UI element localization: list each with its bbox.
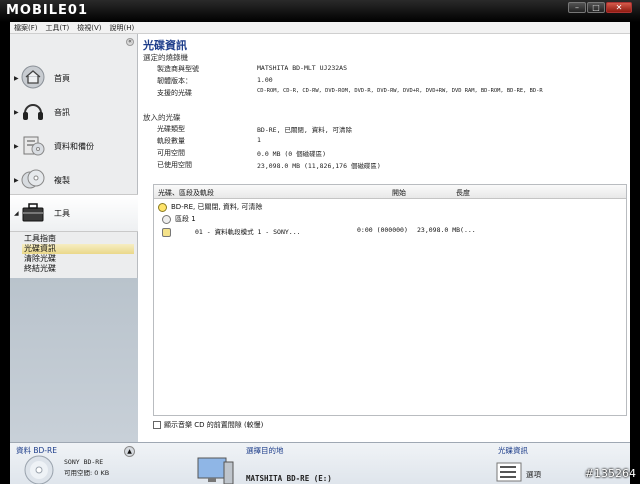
subitem-tools-guide[interactable]: 工具指南 — [22, 234, 134, 244]
disc-free-space: 可用空間: 0 KB — [64, 469, 110, 477]
menu-tools[interactable]: 工具(T) — [46, 23, 70, 33]
disc-icon — [158, 202, 167, 212]
expand-arrow-icon: ▶ — [14, 177, 19, 184]
disc-info-panel: 光碟資訊 選定的燒錄機 製造商與型號 MATSHITA BD-MLT UJ232… — [139, 34, 630, 442]
sidebar-item-home[interactable]: ▶ 首頁 — [10, 62, 138, 96]
options-list-icon — [496, 462, 522, 482]
field-value: 23,098.0 MB (11,826,176 個磁碟區) — [257, 162, 381, 170]
field-value: 0.0 MB (0 個磁碟區) — [257, 150, 327, 158]
computer-icon — [197, 457, 234, 484]
eject-button[interactable]: ▲ — [124, 446, 135, 457]
target-label: 選擇目的地 — [246, 446, 284, 455]
field-label: 已使用空間 — [157, 161, 192, 169]
table-row[interactable]: 01 - 資料軌段模式 1 - SONY... — [162, 226, 301, 237]
table-row[interactable]: BD-RE, 已關閉, 資料, 可清除 — [158, 202, 262, 213]
row-text: BD-RE, 已關閉, 資料, 可清除 — [171, 203, 263, 211]
field-value: 1 — [257, 136, 261, 144]
subitem-erase-disc[interactable]: 清除光碟 — [22, 254, 134, 264]
field-label: 製造商與型號 — [157, 65, 199, 73]
home-icon — [21, 65, 45, 89]
window-titlebar: MOBILE01 – □ ✕ — [0, 0, 640, 22]
checkbox-label: 顯示音樂 CD 的前置間隙 (較慢) — [164, 421, 264, 429]
tools-subitem-list: 工具指南 光碟資訊 清除光碟 終結光碟 — [22, 234, 134, 274]
sidebar-item-label: 資料和備份 — [54, 142, 94, 151]
track-start: 0:00 (000000) — [357, 226, 408, 234]
checkbox-box[interactable] — [153, 421, 161, 429]
disc-structure-table: 光碟、區段及軌段 開始 長度 BD-RE, 已關閉, 資料, 可清除 區段 1 … — [153, 184, 627, 416]
menu-help[interactable]: 說明(H) — [110, 23, 135, 33]
disc-name: SONY BD-RE — [64, 458, 104, 466]
field-label: 支援的光碟 — [157, 89, 192, 97]
site-logo: MOBILE01 — [6, 3, 88, 18]
expand-arrow-icon: ▶ — [14, 143, 19, 150]
collapse-arrow-icon: ◢ — [14, 210, 19, 217]
sidebar-item-label: 音訊 — [54, 108, 70, 117]
column-header-start[interactable]: 開始 — [392, 188, 406, 198]
menu-view[interactable]: 檢視(V) — [77, 23, 101, 33]
sidebar-item-audio[interactable]: ▶ 音訊 — [10, 96, 138, 130]
toolbox-icon — [22, 203, 44, 222]
target-drive-selector[interactable]: MATSHITA BD-RE (E:) — [246, 474, 332, 483]
headphones-icon — [23, 104, 43, 120]
table-row[interactable]: 區段 1 — [162, 214, 196, 225]
inserted-disc-section-title: 放入的光碟 — [143, 113, 181, 122]
close-button[interactable]: ✕ — [606, 2, 632, 13]
disc-icon — [24, 455, 54, 484]
menu-file[interactable]: 檔案(F) — [14, 23, 38, 33]
track-icon — [162, 227, 171, 237]
field-label: 光碟類型 — [157, 125, 185, 133]
expand-arrow-icon: ▶ — [14, 75, 19, 82]
sidebar-item-tools[interactable]: ◢ 工具 — [10, 194, 138, 232]
field-value: MATSHITA BD-MLT UJ232AS — [257, 64, 348, 72]
page-title: 光碟資訊 — [143, 39, 187, 52]
field-value: CD-ROM, CD-R, CD-RW, DVD-ROM, DVD-R, DVD… — [257, 88, 543, 94]
sidebar-item-label: 工具 — [54, 209, 70, 218]
sidebar-item-data-backup[interactable]: ▶ 資料和備份 — [10, 130, 138, 164]
recorder-section-title: 選定的燒錄機 — [143, 53, 188, 62]
session-icon — [162, 214, 171, 224]
maximize-button[interactable]: □ — [587, 2, 605, 13]
field-label: 軌段數量 — [157, 137, 185, 145]
track-length: 23,098.0 MB(... — [417, 226, 476, 234]
sidebar: « ▶ 首頁 ▶ 音訊 ▶ 資料和備份 ▶ 複製 ◢ 工具 工具指南 光碟資訊 … — [10, 34, 138, 442]
minimize-button[interactable]: – — [568, 2, 586, 13]
sidebar-item-label: 首頁 — [54, 74, 70, 83]
row-text: 01 - 資料軌段模式 1 - SONY... — [195, 228, 301, 236]
column-header-length[interactable]: 長度 — [456, 188, 470, 198]
show-pregap-checkbox[interactable]: 顯示音樂 CD 的前置間隙 (較慢) — [153, 420, 263, 430]
sidebar-item-copy[interactable]: ▶ 複製 — [10, 164, 138, 198]
field-label: 韌體版本： — [157, 77, 192, 85]
menu-bar: 檔案(F) 工具(T) 檢視(V) 說明(H) — [10, 22, 630, 34]
sidebar-collapse-button[interactable]: « — [126, 38, 134, 46]
field-value: 1.00 — [257, 76, 273, 84]
copy-disc-icon — [21, 169, 45, 189]
data-backup-icon — [23, 136, 45, 156]
subitem-finalize-disc[interactable]: 終結光碟 — [22, 264, 134, 274]
field-value: BD-RE, 已關閉, 資料, 可清除 — [257, 126, 353, 134]
column-header-tracks[interactable]: 光碟、區段及軌段 — [158, 188, 214, 198]
app-window: 檔案(F) 工具(T) 檢視(V) 說明(H) « ▶ 首頁 ▶ 音訊 ▶ 資料… — [10, 22, 630, 484]
expand-arrow-icon: ▶ — [14, 109, 19, 116]
sidebar-item-label: 複製 — [54, 176, 70, 185]
table-header: 光碟、區段及軌段 開始 長度 — [154, 185, 626, 199]
watermark: #135264 — [584, 467, 636, 480]
sidebar-background — [10, 278, 138, 442]
disc-info-label: 光碟資訊 — [498, 446, 528, 455]
field-label: 可用空間 — [157, 149, 185, 157]
bottom-status-bar: 資料 BD-RE SONY BD-RE 可用空間: 0 KB ▲ 選擇目的地 M… — [10, 442, 630, 484]
subitem-disc-info[interactable]: 光碟資訊 — [22, 244, 134, 254]
row-text: 區段 1 — [175, 215, 196, 223]
options-button[interactable]: 選項 — [526, 469, 541, 480]
